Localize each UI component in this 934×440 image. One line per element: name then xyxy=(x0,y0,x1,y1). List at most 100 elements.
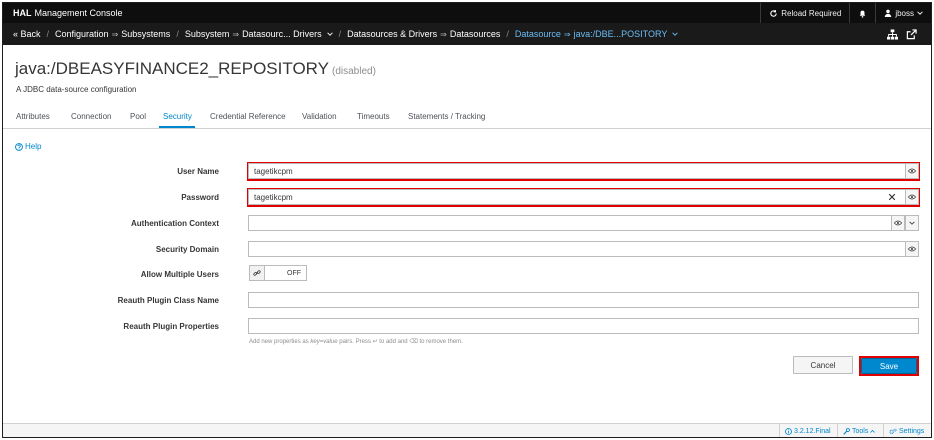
page-title: java:/DBEASYFINANCE2_REPOSITORY (disabled… xyxy=(15,59,376,79)
breadcrumb-separator: / xyxy=(46,29,50,39)
settings-link[interactable]: Settings xyxy=(883,424,929,437)
breadcrumb-datasources[interactable]: Datasources xyxy=(450,29,501,39)
breadcrumb-bar: « Back / Configuration ⇒ Subsystems / Su… xyxy=(3,23,931,45)
top-right-tools: Reload Required jboss xyxy=(760,3,931,23)
help-link[interactable]: Help xyxy=(15,142,41,151)
user-name-label: User Name xyxy=(177,167,219,176)
toggle-state-label: OFF xyxy=(287,269,301,277)
tab-statements-tracking[interactable]: Statements / Tracking xyxy=(408,112,485,121)
arrow-right-icon: ⇒ xyxy=(440,29,447,39)
chevron-down-icon xyxy=(917,10,923,16)
breadcrumb-configuration[interactable]: Configuration xyxy=(55,29,109,39)
footer: 3.2.12.Final Tools Settings xyxy=(3,423,931,437)
password-label: Password xyxy=(181,193,219,202)
back-link[interactable]: « Back xyxy=(13,29,41,39)
tools-menu[interactable]: Tools xyxy=(837,424,880,437)
breadcrumb-subsystems[interactable]: Subsystems xyxy=(121,29,170,39)
arrow-right-icon: ⇒ xyxy=(111,29,119,39)
active-tab-indicator xyxy=(159,126,195,128)
top-bar: HAL Management Console Reload Required jb… xyxy=(3,3,931,23)
tab-credential-reference[interactable]: Credential Reference xyxy=(210,112,286,121)
eye-icon xyxy=(894,220,902,226)
user-name: jboss xyxy=(895,8,914,18)
hint-part: to add and xyxy=(377,339,410,345)
security-domain-label: Security Domain xyxy=(155,245,219,254)
reload-required-button[interactable]: Reload Required xyxy=(760,3,849,23)
info-icon xyxy=(785,427,792,435)
clear-icon[interactable] xyxy=(888,193,896,201)
save-button[interactable]: Save xyxy=(861,358,917,374)
eye-icon xyxy=(908,246,916,252)
sitemap-icon[interactable] xyxy=(887,28,898,40)
tools-label: Tools xyxy=(852,427,869,435)
allow-multiple-users-label: Allow Multiple Users xyxy=(140,270,219,279)
reauth-plugin-class-name-input[interactable] xyxy=(248,292,919,308)
allow-multiple-users-switch[interactable]: OFF xyxy=(249,265,307,281)
page-title-text: java:/DBEASYFINANCE2_REPOSITORY xyxy=(15,59,329,78)
chevron-down-icon[interactable] xyxy=(672,31,679,37)
breadcrumb-datasources-drivers[interactable]: Datasources & Drivers xyxy=(347,29,437,39)
show-authentication-context-button[interactable] xyxy=(891,215,905,231)
user-icon xyxy=(884,9,892,17)
brand: HAL Management Console xyxy=(3,8,123,18)
breadcrumb-separator: / xyxy=(338,29,342,39)
eye-icon xyxy=(908,168,916,174)
console-window: HAL Management Console Reload Required jb… xyxy=(2,2,932,438)
cancel-button[interactable]: Cancel xyxy=(793,356,853,374)
tab-bar: Attributes Connection Pool Security Cred… xyxy=(3,105,931,129)
hint-key-value: key=value xyxy=(310,339,338,345)
password-input[interactable]: tagetikcpm xyxy=(248,189,919,205)
status-badge: (disabled) xyxy=(331,66,376,77)
help-label: Help xyxy=(25,142,42,151)
page-subtitle: A JDBC data-source configuration xyxy=(16,85,137,94)
brand-rest: Management Console xyxy=(34,8,123,18)
reauth-plugin-class-name-label: Reauth Plugin Class Name xyxy=(117,296,219,305)
chevron-down-icon[interactable] xyxy=(326,31,333,37)
breadcrumb: « Back / Configuration ⇒ Subsystems / Su… xyxy=(3,29,679,39)
authentication-context-label: Authentication Context xyxy=(131,219,219,228)
tab-attributes[interactable]: Attributes xyxy=(16,112,50,121)
external-link-icon[interactable] xyxy=(906,28,917,40)
tab-timeouts[interactable]: Timeouts xyxy=(357,112,390,121)
reauth-plugin-properties-input[interactable] xyxy=(248,318,919,334)
wrench-icon xyxy=(843,427,850,435)
link-icon xyxy=(253,269,261,277)
bell-icon xyxy=(858,9,867,18)
nav-tools xyxy=(887,23,917,45)
chevron-down-icon xyxy=(909,220,915,226)
notifications-button[interactable] xyxy=(849,3,875,23)
breadcrumb-separator: / xyxy=(506,29,509,39)
tab-connection[interactable]: Connection xyxy=(71,112,111,121)
brand-strong: HAL xyxy=(13,8,32,18)
properties-hint: Add new properties as key=value pairs. P… xyxy=(249,338,463,345)
backspace-key-icon: ⌫ xyxy=(409,339,418,345)
chevron-up-icon xyxy=(870,429,876,434)
tab-validation[interactable]: Validation xyxy=(302,112,337,121)
show-user-name-button[interactable] xyxy=(905,163,919,179)
breadcrumb-datasourc-drivers[interactable]: Datasourc... Drivers xyxy=(242,29,322,39)
user-menu[interactable]: jboss xyxy=(875,3,931,23)
help-icon xyxy=(15,142,23,151)
user-name-value: tagetikcpm xyxy=(254,167,293,176)
hint-part: pairs. Press xyxy=(337,339,373,345)
show-security-domain-button[interactable] xyxy=(905,241,919,257)
tab-security[interactable]: Security xyxy=(163,112,192,121)
version-label: 3.2.12.Final xyxy=(794,427,831,435)
breadcrumb-current[interactable]: java:/DBE...POSITORY xyxy=(574,29,668,39)
arrow-right-icon: ⇒ xyxy=(232,29,240,39)
breadcrumb-subsystem[interactable]: Subsystem xyxy=(185,29,230,39)
eye-icon xyxy=(908,194,916,200)
tab-pool[interactable]: Pool xyxy=(130,112,146,121)
gears-icon xyxy=(889,428,897,435)
reload-required-label: Reload Required xyxy=(781,8,842,18)
breadcrumb-datasource[interactable]: Datasource xyxy=(515,29,561,39)
settings-label: Settings xyxy=(899,427,925,435)
security-domain-input[interactable] xyxy=(248,241,919,257)
hint-part: Add new properties as xyxy=(249,339,311,345)
authentication-context-input[interactable] xyxy=(248,215,919,231)
arrow-right-icon: ⇒ xyxy=(563,29,571,39)
authentication-context-dropdown[interactable] xyxy=(905,215,919,231)
user-name-input[interactable]: tagetikcpm xyxy=(248,163,919,179)
version-link[interactable]: 3.2.12.Final xyxy=(779,424,836,437)
show-password-button[interactable] xyxy=(905,189,919,205)
